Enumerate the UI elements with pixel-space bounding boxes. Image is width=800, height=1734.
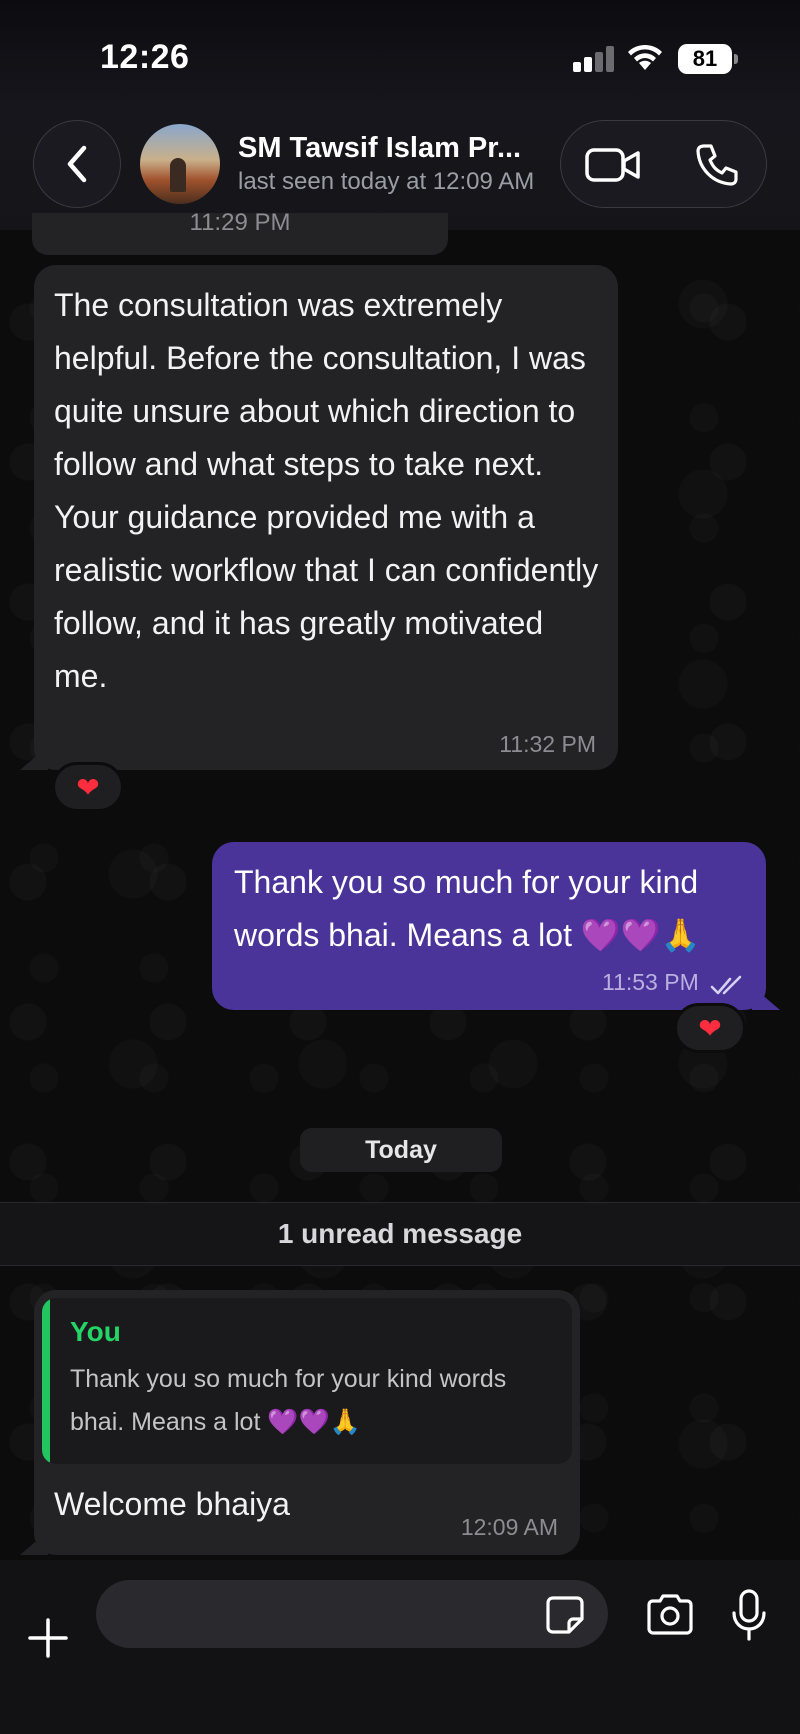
contact-avatar[interactable] [140, 124, 220, 204]
chevron-left-icon [67, 145, 87, 183]
plus-icon [28, 1618, 68, 1658]
incoming-message-bubble[interactable]: The consultation was extremely helpful. … [34, 265, 618, 770]
unread-messages-banner: 1 unread message [0, 1202, 800, 1266]
heart-reaction-badge[interactable]: ❤ [52, 762, 124, 812]
wifi-icon [626, 42, 664, 72]
message-time: 11:53 PM [602, 969, 699, 995]
quote-author: You [70, 1316, 121, 1347]
message-composer [0, 1560, 800, 1734]
message-text: Thank you so much for your kind words bh… [234, 864, 701, 953]
battery-indicator: 81 [678, 44, 738, 74]
back-button[interactable] [33, 120, 121, 208]
camera-button[interactable] [644, 1590, 696, 1638]
outgoing-message-bubble[interactable]: Thank you so much for your kind words bh… [212, 842, 766, 1010]
incoming-reply-bubble[interactable]: You Thank you so much for your kind word… [34, 1290, 580, 1555]
quote-accent-bar [42, 1298, 50, 1464]
voice-message-button[interactable] [728, 1588, 770, 1642]
read-receipt-icon [710, 975, 742, 995]
message-time: 12:09 AM [460, 1514, 558, 1540]
previous-message-bubble[interactable]: 11:29 PM [32, 209, 448, 255]
message-input[interactable] [96, 1580, 608, 1648]
video-call-button[interactable] [583, 139, 643, 191]
heart-reaction-badge[interactable]: ❤ [674, 1003, 746, 1053]
quote-text: Thank you so much for your kind words bh… [70, 1365, 507, 1436]
call-actions [560, 120, 767, 208]
camera-icon [647, 1594, 693, 1635]
contact-last-seen: last seen today at 12:09 AM [238, 168, 535, 195]
attach-button[interactable] [22, 1612, 74, 1664]
message-time: 11:29 PM [189, 209, 291, 236]
message-text: The consultation was extremely helpful. … [54, 287, 599, 694]
contact-name[interactable]: SM Tawsif Islam Pr... [238, 132, 521, 165]
sticker-button[interactable] [544, 1594, 586, 1636]
day-divider: Today [300, 1128, 502, 1172]
cellular-signal-icon [573, 46, 615, 72]
message-time: 11:32 PM [499, 731, 596, 757]
heart-icon: ❤ [698, 1012, 722, 1044]
sticker-icon [546, 1596, 584, 1634]
video-camera-icon [585, 148, 640, 182]
heart-icon: ❤ [76, 771, 100, 803]
phone-icon [696, 144, 738, 186]
quoted-message[interactable]: You Thank you so much for your kind word… [42, 1298, 572, 1464]
status-time: 12:26 [100, 38, 190, 76]
message-text: Welcome bhaiya [54, 1486, 290, 1522]
status-bar: 12:26 81 [0, 0, 800, 110]
microphone-icon [732, 1589, 766, 1641]
voice-call-button[interactable] [691, 139, 743, 191]
